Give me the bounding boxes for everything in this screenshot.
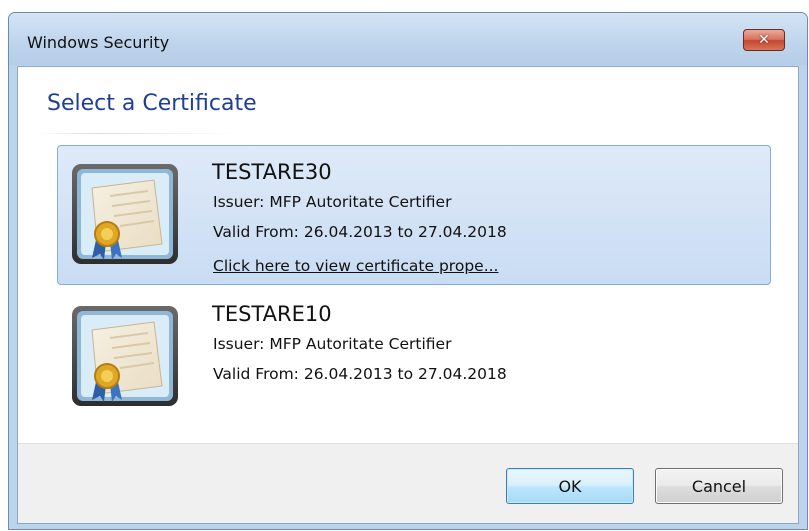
view-certificate-properties-link[interactable]: Click here to view certificate prope... xyxy=(213,257,498,275)
close-button[interactable]: ✕ xyxy=(743,29,785,51)
certificate-validity: Valid From: 26.04.2013 to 27.04.2018 xyxy=(213,223,507,241)
dialog-window: Windows Security ✕ Select a Certificate xyxy=(8,12,808,530)
title-bar[interactable]: Windows Security ✕ xyxy=(9,13,807,65)
ok-button[interactable]: OK xyxy=(506,468,634,504)
certificate-validity: Valid From: 26.04.2013 to 27.04.2018 xyxy=(213,365,507,383)
certificate-issuer: Issuer: MFP Autoritate Certifier xyxy=(213,335,452,353)
certificate-name: TESTARE30 xyxy=(212,160,332,184)
close-icon: ✕ xyxy=(758,32,770,48)
certificate-icon xyxy=(72,306,178,406)
heading-divider xyxy=(36,133,236,134)
button-bar: OK Cancel xyxy=(18,443,798,523)
window-title: Windows Security xyxy=(27,33,170,52)
cancel-button[interactable]: Cancel xyxy=(655,468,783,504)
certificate-icon xyxy=(72,164,178,264)
dialog-heading: Select a Certificate xyxy=(47,91,257,116)
dialog-content: Select a Certificate TESTARE30 Issuer: M… xyxy=(17,66,799,524)
certificate-issuer: Issuer: MFP Autoritate Certifier xyxy=(213,193,452,211)
certificate-name: TESTARE10 xyxy=(212,302,332,326)
certificate-item-testare30[interactable]: TESTARE30 Issuer: MFP Autoritate Certifi… xyxy=(57,145,771,285)
certificate-item-testare10[interactable]: TESTARE10 Issuer: MFP Autoritate Certifi… xyxy=(57,287,771,427)
